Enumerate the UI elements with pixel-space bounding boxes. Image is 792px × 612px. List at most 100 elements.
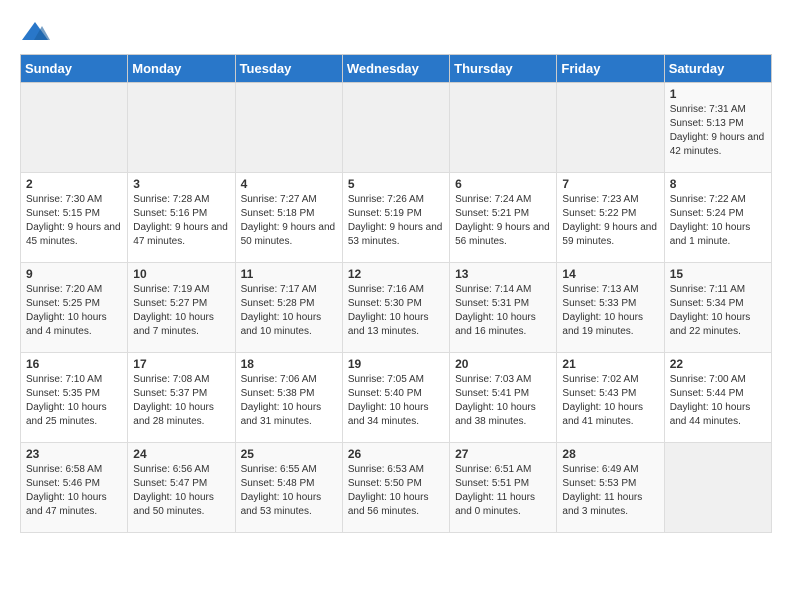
day-info: Sunrise: 7:03 AM Sunset: 5:41 PM Dayligh… (455, 373, 551, 429)
day-cell: 5 Sunrise: 7:26 AM Sunset: 5:19 PM Daylig… (342, 173, 449, 263)
day-number: 18 (241, 357, 337, 371)
day-number: 10 (133, 267, 229, 281)
day-cell: 3 Sunrise: 7:28 AM Sunset: 5:16 PM Daylig… (128, 173, 235, 263)
day-number: 12 (348, 267, 444, 281)
day-info: Sunrise: 7:05 AM Sunset: 5:40 PM Dayligh… (348, 373, 444, 429)
day-number: 27 (455, 447, 551, 461)
day-number: 9 (26, 267, 122, 281)
day-info: Sunrise: 7:14 AM Sunset: 5:31 PM Dayligh… (455, 283, 551, 339)
day-cell (21, 83, 128, 173)
day-info: Sunrise: 6:58 AM Sunset: 5:46 PM Dayligh… (26, 463, 122, 519)
day-number: 15 (670, 267, 766, 281)
day-cell: 11 Sunrise: 7:17 AM Sunset: 5:28 PM Dayli… (235, 263, 342, 353)
day-info: Sunrise: 7:10 AM Sunset: 5:35 PM Dayligh… (26, 373, 122, 429)
day-number: 13 (455, 267, 551, 281)
day-number: 11 (241, 267, 337, 281)
day-number: 20 (455, 357, 551, 371)
day-cell: 28 Sunrise: 6:49 AM Sunset: 5:53 PM Dayli… (557, 443, 664, 533)
day-info: Sunrise: 7:11 AM Sunset: 5:34 PM Dayligh… (670, 283, 766, 339)
day-info: Sunrise: 7:02 AM Sunset: 5:43 PM Dayligh… (562, 373, 658, 429)
week-row-2: 2 Sunrise: 7:30 AM Sunset: 5:15 PM Daylig… (21, 173, 772, 263)
day-cell: 8 Sunrise: 7:22 AM Sunset: 5:24 PM Daylig… (664, 173, 771, 263)
day-info: Sunrise: 7:17 AM Sunset: 5:28 PM Dayligh… (241, 283, 337, 339)
weekday-header-monday: Monday (128, 55, 235, 83)
weekday-header-sunday: Sunday (21, 55, 128, 83)
day-cell (128, 83, 235, 173)
day-cell: 17 Sunrise: 7:08 AM Sunset: 5:37 PM Dayli… (128, 353, 235, 443)
day-info: Sunrise: 6:49 AM Sunset: 5:53 PM Dayligh… (562, 463, 658, 519)
weekday-header-thursday: Thursday (450, 55, 557, 83)
day-cell (235, 83, 342, 173)
weekday-header-row: SundayMondayTuesdayWednesdayThursdayFrid… (21, 55, 772, 83)
day-cell: 7 Sunrise: 7:23 AM Sunset: 5:22 PM Daylig… (557, 173, 664, 263)
day-info: Sunrise: 6:51 AM Sunset: 5:51 PM Dayligh… (455, 463, 551, 519)
week-row-3: 9 Sunrise: 7:20 AM Sunset: 5:25 PM Daylig… (21, 263, 772, 353)
day-cell: 16 Sunrise: 7:10 AM Sunset: 5:35 PM Dayli… (21, 353, 128, 443)
day-cell: 26 Sunrise: 6:53 AM Sunset: 5:50 PM Dayli… (342, 443, 449, 533)
weekday-header-saturday: Saturday (664, 55, 771, 83)
day-info: Sunrise: 7:27 AM Sunset: 5:18 PM Dayligh… (241, 193, 337, 249)
day-info: Sunrise: 7:19 AM Sunset: 5:27 PM Dayligh… (133, 283, 229, 339)
day-cell (342, 83, 449, 173)
day-number: 6 (455, 177, 551, 191)
day-info: Sunrise: 7:23 AM Sunset: 5:22 PM Dayligh… (562, 193, 658, 249)
logo (20, 20, 54, 44)
day-info: Sunrise: 7:20 AM Sunset: 5:25 PM Dayligh… (26, 283, 122, 339)
day-info: Sunrise: 7:26 AM Sunset: 5:19 PM Dayligh… (348, 193, 444, 249)
day-cell: 22 Sunrise: 7:00 AM Sunset: 5:44 PM Dayli… (664, 353, 771, 443)
day-number: 7 (562, 177, 658, 191)
day-cell: 21 Sunrise: 7:02 AM Sunset: 5:43 PM Dayli… (557, 353, 664, 443)
day-number: 5 (348, 177, 444, 191)
day-number: 28 (562, 447, 658, 461)
header (20, 20, 772, 44)
day-cell (450, 83, 557, 173)
logo-icon (20, 20, 50, 44)
day-info: Sunrise: 7:16 AM Sunset: 5:30 PM Dayligh… (348, 283, 444, 339)
day-info: Sunrise: 6:53 AM Sunset: 5:50 PM Dayligh… (348, 463, 444, 519)
day-info: Sunrise: 7:28 AM Sunset: 5:16 PM Dayligh… (133, 193, 229, 249)
day-cell: 12 Sunrise: 7:16 AM Sunset: 5:30 PM Dayli… (342, 263, 449, 353)
calendar-table: SundayMondayTuesdayWednesdayThursdayFrid… (20, 54, 772, 533)
day-number: 19 (348, 357, 444, 371)
day-number: 23 (26, 447, 122, 461)
day-number: 24 (133, 447, 229, 461)
weekday-header-friday: Friday (557, 55, 664, 83)
day-info: Sunrise: 7:24 AM Sunset: 5:21 PM Dayligh… (455, 193, 551, 249)
day-info: Sunrise: 7:13 AM Sunset: 5:33 PM Dayligh… (562, 283, 658, 339)
weekday-header-wednesday: Wednesday (342, 55, 449, 83)
day-info: Sunrise: 7:08 AM Sunset: 5:37 PM Dayligh… (133, 373, 229, 429)
day-number: 26 (348, 447, 444, 461)
day-cell: 14 Sunrise: 7:13 AM Sunset: 5:33 PM Dayli… (557, 263, 664, 353)
day-info: Sunrise: 7:30 AM Sunset: 5:15 PM Dayligh… (26, 193, 122, 249)
day-cell: 18 Sunrise: 7:06 AM Sunset: 5:38 PM Dayli… (235, 353, 342, 443)
day-cell: 19 Sunrise: 7:05 AM Sunset: 5:40 PM Dayli… (342, 353, 449, 443)
day-cell: 10 Sunrise: 7:19 AM Sunset: 5:27 PM Dayli… (128, 263, 235, 353)
day-cell: 25 Sunrise: 6:55 AM Sunset: 5:48 PM Dayli… (235, 443, 342, 533)
day-number: 2 (26, 177, 122, 191)
day-cell: 6 Sunrise: 7:24 AM Sunset: 5:21 PM Daylig… (450, 173, 557, 263)
day-number: 16 (26, 357, 122, 371)
day-number: 17 (133, 357, 229, 371)
day-number: 22 (670, 357, 766, 371)
day-cell: 15 Sunrise: 7:11 AM Sunset: 5:34 PM Dayli… (664, 263, 771, 353)
day-cell: 27 Sunrise: 6:51 AM Sunset: 5:51 PM Dayli… (450, 443, 557, 533)
day-number: 4 (241, 177, 337, 191)
week-row-5: 23 Sunrise: 6:58 AM Sunset: 5:46 PM Dayli… (21, 443, 772, 533)
day-info: Sunrise: 7:06 AM Sunset: 5:38 PM Dayligh… (241, 373, 337, 429)
day-info: Sunrise: 6:55 AM Sunset: 5:48 PM Dayligh… (241, 463, 337, 519)
day-number: 21 (562, 357, 658, 371)
weekday-header-tuesday: Tuesday (235, 55, 342, 83)
day-cell: 1 Sunrise: 7:31 AM Sunset: 5:13 PM Daylig… (664, 83, 771, 173)
day-number: 14 (562, 267, 658, 281)
day-cell: 9 Sunrise: 7:20 AM Sunset: 5:25 PM Daylig… (21, 263, 128, 353)
day-number: 8 (670, 177, 766, 191)
day-info: Sunrise: 6:56 AM Sunset: 5:47 PM Dayligh… (133, 463, 229, 519)
day-cell (557, 83, 664, 173)
day-cell: 20 Sunrise: 7:03 AM Sunset: 5:41 PM Dayli… (450, 353, 557, 443)
day-info: Sunrise: 7:22 AM Sunset: 5:24 PM Dayligh… (670, 193, 766, 249)
day-info: Sunrise: 7:31 AM Sunset: 5:13 PM Dayligh… (670, 103, 766, 159)
day-number: 3 (133, 177, 229, 191)
day-number: 25 (241, 447, 337, 461)
day-info: Sunrise: 7:00 AM Sunset: 5:44 PM Dayligh… (670, 373, 766, 429)
day-number: 1 (670, 87, 766, 101)
